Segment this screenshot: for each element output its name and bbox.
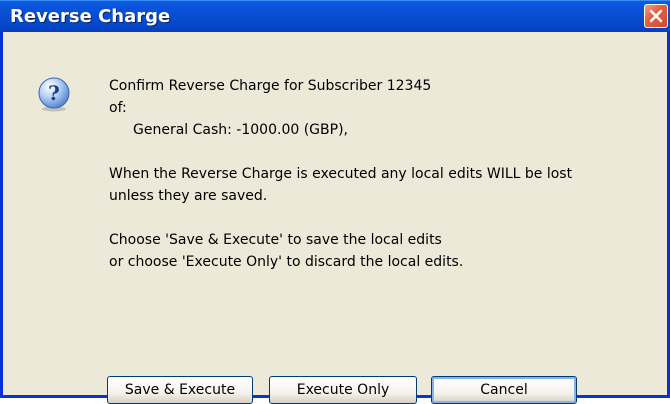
message-text: Confirm Reverse Charge for Subscriber 12… bbox=[109, 75, 572, 273]
dialog-body: ? Confirm Reverse Charge for Subscriber … bbox=[3, 32, 667, 404]
message-line: or choose 'Execute Only' to discard the … bbox=[109, 254, 464, 270]
window-title: Reverse Charge bbox=[10, 6, 171, 27]
svg-text:?: ? bbox=[48, 81, 60, 105]
dialog-window: Reverse Charge ? Confirm Reverse Charge … bbox=[0, 0, 670, 404]
execute-only-button[interactable]: Execute Only bbox=[269, 376, 417, 404]
message-line: General Cash: -1000.00 (GBP), bbox=[133, 122, 348, 138]
message-line: of: bbox=[109, 100, 127, 116]
question-icon: ? bbox=[36, 76, 72, 112]
close-icon bbox=[649, 9, 663, 23]
message-line: Choose 'Save & Execute' to save the loca… bbox=[109, 232, 442, 248]
message-line: unless they are saved. bbox=[109, 188, 268, 204]
cancel-button[interactable]: Cancel bbox=[431, 376, 577, 404]
close-button[interactable] bbox=[644, 4, 668, 28]
title-bar[interactable]: Reverse Charge bbox=[0, 0, 670, 32]
message-line: Confirm Reverse Charge for Subscriber 12… bbox=[109, 78, 432, 94]
save-execute-button[interactable]: Save & Execute bbox=[107, 376, 253, 404]
message-line: When the Reverse Charge is executed any … bbox=[109, 166, 573, 182]
